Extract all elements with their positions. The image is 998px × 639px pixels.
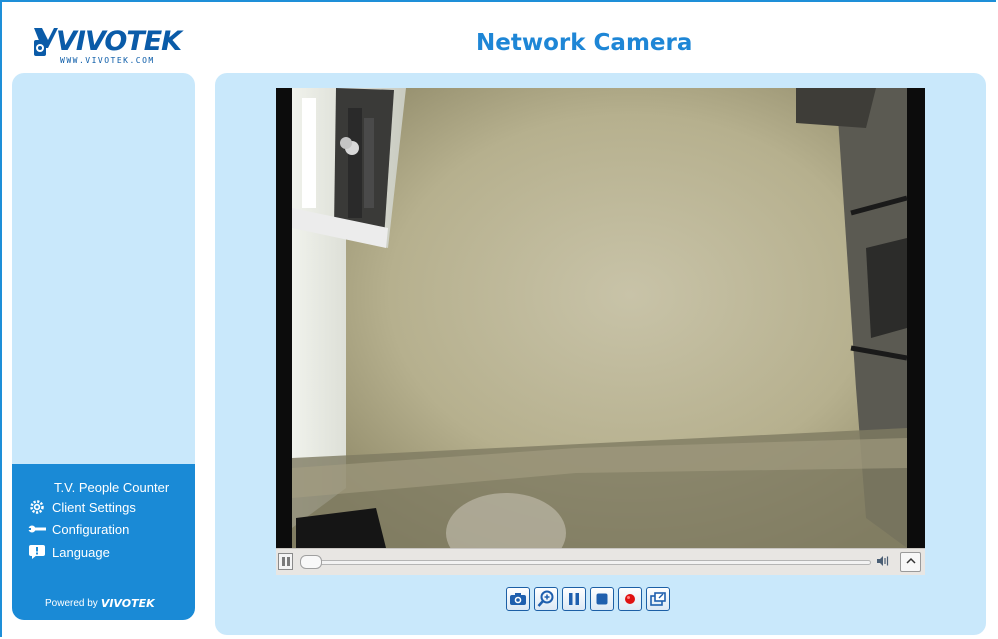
sidebar-item-language[interactable]: Language: [28, 543, 110, 561]
sidebar-menu: T.V. People Counter Client Settings Conf…: [12, 464, 195, 620]
digital-zoom-button[interactable]: [534, 587, 558, 611]
sidebar-panel: [12, 73, 195, 464]
player-control-bar: [276, 548, 925, 575]
gear-icon: [30, 500, 44, 514]
sidebar-item-label: Language: [52, 544, 110, 560]
volume-icon[interactable]: [876, 555, 890, 570]
stop-button[interactable]: [590, 587, 614, 611]
logo-text: VIVOTEK: [56, 26, 182, 57]
wrench-icon: [28, 525, 46, 533]
stop-icon: [596, 593, 608, 605]
vivotek-logo[interactable]: VIVOTEK WWW.VIVOTEK.COM: [32, 22, 182, 66]
fullscreen-button[interactable]: [646, 587, 670, 611]
video-stream[interactable]: [276, 88, 925, 548]
snapshot-button[interactable]: [506, 587, 530, 611]
camera-view-image: [276, 88, 925, 548]
logo-url: WWW.VIVOTEK.COM: [60, 56, 155, 65]
chevron-up-icon: [905, 557, 916, 564]
sidebar-item-configuration[interactable]: Configuration: [28, 520, 129, 538]
powered-by-text: Powered by: [45, 598, 98, 609]
camera-icon: [510, 593, 526, 605]
powered-by-logo: VIVOTEK: [100, 597, 155, 610]
fullscreen-icon: [650, 592, 666, 606]
page-title: Network Camera: [476, 30, 693, 56]
powered-by: Powered by VIVOTEK: [45, 597, 155, 610]
video-toolbar: [506, 587, 670, 613]
sidebar-item-label: Client Settings: [52, 499, 136, 515]
speech-bubble-icon: [29, 545, 45, 559]
seek-thumb[interactable]: [300, 555, 322, 569]
zoom-in-icon: [537, 590, 554, 607]
sidebar-item-client-settings[interactable]: Client Settings: [28, 498, 136, 516]
pause-button[interactable]: [562, 587, 586, 611]
seek-track[interactable]: [301, 560, 871, 565]
pause-toggle-button[interactable]: [278, 553, 293, 570]
camera-logo-icon: [34, 28, 58, 56]
record-icon: [625, 594, 635, 604]
expand-button[interactable]: [900, 552, 921, 572]
sidebar-item-label: Configuration: [52, 521, 130, 537]
pause-icon: [569, 593, 579, 605]
record-button[interactable]: [618, 587, 642, 611]
menu-title: T.V. People Counter: [54, 480, 170, 495]
